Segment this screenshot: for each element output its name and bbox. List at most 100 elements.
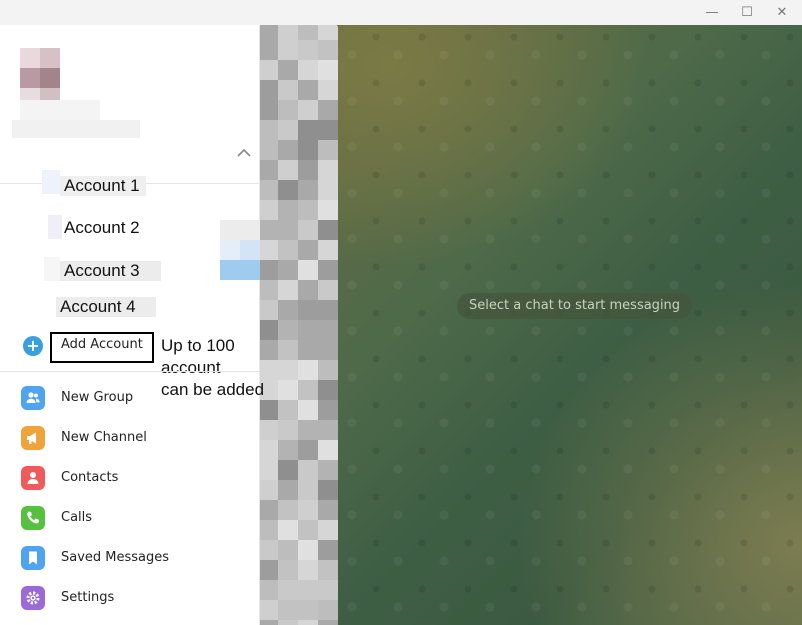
blurred-pixel — [298, 260, 318, 280]
account-item-2[interactable]: Account 2 — [60, 218, 144, 238]
blurred-pixel — [318, 500, 338, 520]
blurred-pixel — [298, 540, 318, 560]
blurred-pixel — [298, 380, 318, 400]
menu-item-label: Saved Messages — [61, 550, 170, 565]
account-item-4[interactable]: Account 4 — [56, 297, 156, 317]
blurred-pixel — [298, 180, 318, 200]
blurred-pixel — [258, 580, 278, 600]
blurred-pixel — [278, 260, 298, 280]
avatar-pixel — [40, 68, 60, 88]
account-item-3[interactable]: Account 3 — [60, 261, 161, 281]
profile-name-pixel — [20, 100, 100, 120]
blurred-pixel — [258, 420, 278, 440]
blurred-pixel — [318, 200, 338, 220]
blurred-pixel — [318, 80, 338, 100]
avatar-pixel — [40, 48, 60, 68]
blurred-pixel — [278, 320, 298, 340]
blurred-pixel — [278, 380, 298, 400]
blurred-pixel — [258, 40, 278, 60]
blurred-pixel — [258, 480, 278, 500]
blurred-pixel — [278, 460, 298, 480]
blurred-pixel — [278, 600, 298, 620]
blurred-pixel — [318, 40, 338, 60]
blurred-pixel — [258, 600, 278, 620]
blurred-pixel — [318, 280, 338, 300]
blurred-pixel — [258, 160, 278, 180]
account-item-1[interactable]: Account 1 — [60, 176, 146, 196]
blurred-pixel — [298, 120, 318, 140]
chat-background — [318, 25, 802, 625]
blurred-pixel — [318, 460, 338, 480]
blurred-pixel — [258, 280, 278, 300]
blurred-pixel — [298, 200, 318, 220]
blurred-pixel — [298, 80, 318, 100]
blurred-pixel — [258, 400, 278, 420]
blurred-pixel — [298, 500, 318, 520]
blurred-pixel — [278, 580, 298, 600]
minimize-button[interactable]: — — [694, 0, 730, 25]
blurred-pixel — [318, 180, 338, 200]
chevron-up-icon[interactable] — [234, 145, 254, 161]
blurred-pixel — [318, 580, 338, 600]
blurred-pixel — [298, 360, 318, 380]
menu-item-calls[interactable]: Calls — [0, 498, 260, 538]
blurred-pixel — [278, 120, 298, 140]
blurred-pixel — [318, 120, 338, 140]
blurred-pixel — [220, 240, 240, 260]
divider — [0, 371, 260, 372]
blurred-pixel — [318, 300, 338, 320]
menu-item-new-group[interactable]: New Group — [0, 378, 260, 418]
blurred-pixel — [258, 260, 278, 280]
blurred-pixel — [318, 240, 338, 260]
maximize-button[interactable]: ☐ — [729, 0, 765, 25]
blurred-pixel — [258, 620, 278, 625]
blurred-pixel — [318, 420, 338, 440]
blurred-pixel — [318, 360, 338, 380]
empty-chat-hint: Select a chat to start messaging — [457, 293, 693, 319]
blurred-pixel — [278, 420, 298, 440]
blurred-pixel — [318, 320, 338, 340]
menu-item-contacts[interactable]: Contacts — [0, 458, 260, 498]
blurred-pixel — [258, 180, 278, 200]
blurred-pixel — [318, 380, 338, 400]
blurred-pixel — [258, 100, 278, 120]
close-button[interactable]: ✕ — [764, 0, 800, 25]
blurred-pixel — [278, 240, 298, 260]
blurred-pixel — [318, 260, 338, 280]
blurred-pixel — [220, 260, 260, 280]
blurred-pixel — [278, 80, 298, 100]
blurred-pixel — [278, 620, 298, 625]
blurred-pixel — [278, 40, 298, 60]
plus-circle-icon[interactable]: + — [23, 336, 43, 356]
blurred-pixel — [298, 400, 318, 420]
gear-icon — [21, 586, 45, 610]
blurred-pixel — [278, 480, 298, 500]
menu-item-label: Settings — [61, 590, 115, 605]
blurred-chat-list — [258, 20, 340, 625]
blurred-pixel — [278, 140, 298, 160]
menu-item-saved-messages[interactable]: Saved Messages — [0, 538, 260, 578]
blurred-pixel — [318, 440, 338, 460]
menu-item-settings[interactable]: Settings — [0, 578, 260, 618]
blurred-pixel — [318, 600, 338, 620]
blurred-pixel — [220, 220, 260, 240]
menu-item-label: New Channel — [61, 430, 147, 445]
blurred-pixel — [298, 240, 318, 260]
add-account-button[interactable]: Add Account — [61, 337, 143, 353]
annotation-line: account — [161, 358, 221, 377]
megaphone-icon — [21, 426, 45, 450]
blurred-pixel — [298, 480, 318, 500]
blurred-pixel — [318, 140, 338, 160]
blurred-pixel — [278, 220, 298, 240]
blurred-pixel — [298, 300, 318, 320]
blurred-pixel — [298, 560, 318, 580]
blurred-pixel — [258, 240, 278, 260]
blurred-pixel — [258, 120, 278, 140]
blurred-pixel — [278, 200, 298, 220]
menu-item-new-channel[interactable]: New Channel — [0, 418, 260, 458]
blurred-pixel — [258, 80, 278, 100]
blurred-pixel — [278, 100, 298, 120]
blurred-pixel — [258, 200, 278, 220]
blurred-pixel — [278, 280, 298, 300]
blurred-pixel — [298, 280, 318, 300]
